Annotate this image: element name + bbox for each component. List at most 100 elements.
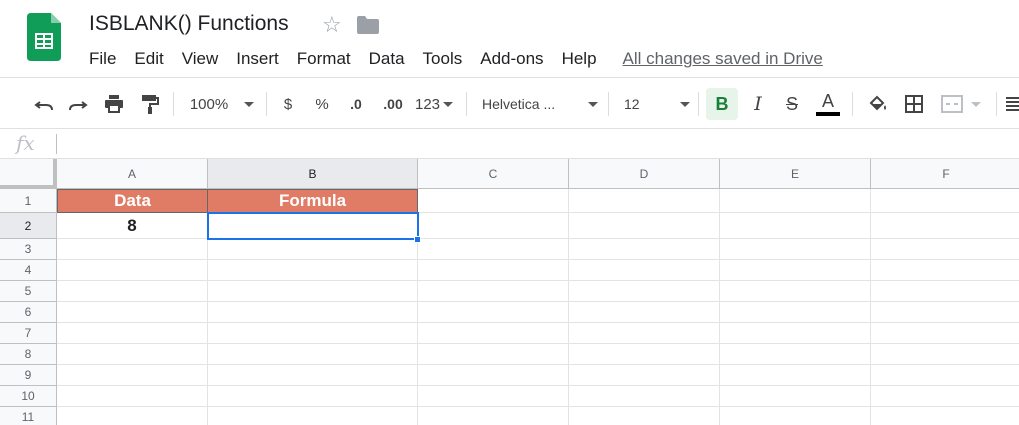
- cell-f10[interactable]: [871, 386, 1019, 407]
- cell-d8[interactable]: [569, 344, 720, 365]
- cell-c9[interactable]: [418, 365, 569, 386]
- bold-button[interactable]: B: [706, 88, 738, 120]
- cell-e5[interactable]: [720, 281, 871, 302]
- cell-a4[interactable]: [57, 260, 208, 281]
- column-header-f[interactable]: F: [871, 159, 1019, 189]
- menu-help[interactable]: Help: [553, 49, 606, 69]
- cell-b10[interactable]: [208, 386, 418, 407]
- cell-b4[interactable]: [208, 260, 418, 281]
- font-family-select[interactable]: Helvetica ...: [482, 89, 598, 119]
- merge-cells-icon[interactable]: [936, 89, 986, 119]
- redo-icon[interactable]: [64, 89, 92, 119]
- menu-data[interactable]: Data: [360, 49, 414, 69]
- cell-c2[interactable]: [418, 213, 569, 239]
- column-header-d[interactable]: D: [569, 159, 720, 189]
- cell-a8[interactable]: [57, 344, 208, 365]
- print-icon[interactable]: [100, 89, 128, 119]
- column-header-b[interactable]: B: [208, 159, 418, 189]
- column-header-a[interactable]: A: [57, 159, 208, 189]
- increase-decimals-button[interactable]: .00: [378, 89, 408, 119]
- cell-d10[interactable]: [569, 386, 720, 407]
- zoom-select[interactable]: 100%: [186, 89, 258, 119]
- row-header-9[interactable]: 9: [0, 365, 57, 386]
- cell-e8[interactable]: [720, 344, 871, 365]
- cell-c4[interactable]: [418, 260, 569, 281]
- cell-d5[interactable]: [569, 281, 720, 302]
- italic-button[interactable]: I: [744, 89, 772, 119]
- cell-d9[interactable]: [569, 365, 720, 386]
- menu-format[interactable]: Format: [288, 49, 360, 69]
- strikethrough-button[interactable]: S: [778, 89, 806, 119]
- folder-icon[interactable]: [357, 16, 379, 34]
- cell-e9[interactable]: [720, 365, 871, 386]
- cell-f7[interactable]: [871, 323, 1019, 344]
- cell-f4[interactable]: [871, 260, 1019, 281]
- cell-a1[interactable]: Data: [57, 189, 208, 213]
- cell-d11[interactable]: [569, 407, 720, 425]
- row-header-6[interactable]: 6: [0, 302, 57, 323]
- cell-f6[interactable]: [871, 302, 1019, 323]
- cell-b1[interactable]: Formula: [208, 189, 418, 213]
- font-size-select[interactable]: 12: [624, 89, 690, 119]
- paint-format-icon[interactable]: [136, 89, 164, 119]
- menu-insert[interactable]: Insert: [227, 49, 288, 69]
- borders-icon[interactable]: [900, 89, 928, 119]
- menu-tools[interactable]: Tools: [414, 49, 472, 69]
- select-all-corner[interactable]: [0, 159, 57, 189]
- cell-d2[interactable]: [569, 213, 720, 239]
- cell-e1[interactable]: [720, 189, 871, 213]
- row-header-3[interactable]: 3: [0, 239, 57, 260]
- percent-format-button[interactable]: %: [312, 89, 332, 119]
- cell-e2[interactable]: [720, 213, 871, 239]
- cell-a9[interactable]: [57, 365, 208, 386]
- cell-e7[interactable]: [720, 323, 871, 344]
- cell-f8[interactable]: [871, 344, 1019, 365]
- cell-c1[interactable]: [418, 189, 569, 213]
- sheets-logo-icon[interactable]: [27, 13, 61, 61]
- cell-d4[interactable]: [569, 260, 720, 281]
- cell-f5[interactable]: [871, 281, 1019, 302]
- cell-b3[interactable]: [208, 239, 418, 260]
- star-icon[interactable]: ☆: [322, 12, 342, 38]
- cell-b2[interactable]: [208, 213, 418, 239]
- currency-format-button[interactable]: $: [278, 89, 298, 119]
- save-status-link[interactable]: All changes saved in Drive: [623, 49, 823, 69]
- undo-icon[interactable]: [30, 89, 58, 119]
- row-header-2[interactable]: 2: [0, 213, 57, 239]
- cell-d1[interactable]: [569, 189, 720, 213]
- cell-c11[interactable]: [418, 407, 569, 425]
- menu-file[interactable]: File: [80, 49, 125, 69]
- cell-f1[interactable]: [871, 189, 1019, 213]
- cell-b11[interactable]: [208, 407, 418, 425]
- cell-e6[interactable]: [720, 302, 871, 323]
- row-header-4[interactable]: 4: [0, 260, 57, 281]
- menu-addons[interactable]: Add-ons: [471, 49, 552, 69]
- cell-a11[interactable]: [57, 407, 208, 425]
- align-icon[interactable]: [1006, 89, 1019, 119]
- cell-a3[interactable]: [57, 239, 208, 260]
- cell-d6[interactable]: [569, 302, 720, 323]
- cell-c7[interactable]: [418, 323, 569, 344]
- formula-input[interactable]: [64, 134, 1004, 154]
- row-header-7[interactable]: 7: [0, 323, 57, 344]
- text-color-button[interactable]: A: [814, 89, 842, 119]
- cell-d3[interactable]: [569, 239, 720, 260]
- cell-b9[interactable]: [208, 365, 418, 386]
- cell-a5[interactable]: [57, 281, 208, 302]
- cell-b7[interactable]: [208, 323, 418, 344]
- cell-e3[interactable]: [720, 239, 871, 260]
- cell-c8[interactable]: [418, 344, 569, 365]
- row-header-10[interactable]: 10: [0, 386, 57, 407]
- cell-e4[interactable]: [720, 260, 871, 281]
- menu-view[interactable]: View: [173, 49, 228, 69]
- cell-f2[interactable]: [871, 213, 1019, 239]
- row-header-1[interactable]: 1: [0, 189, 57, 213]
- row-header-5[interactable]: 5: [0, 281, 57, 302]
- column-header-e[interactable]: E: [720, 159, 871, 189]
- row-header-11[interactable]: 11: [0, 407, 57, 425]
- cell-b8[interactable]: [208, 344, 418, 365]
- cell-c3[interactable]: [418, 239, 569, 260]
- cell-f3[interactable]: [871, 239, 1019, 260]
- fill-color-icon[interactable]: [864, 89, 892, 119]
- cell-f11[interactable]: [871, 407, 1019, 425]
